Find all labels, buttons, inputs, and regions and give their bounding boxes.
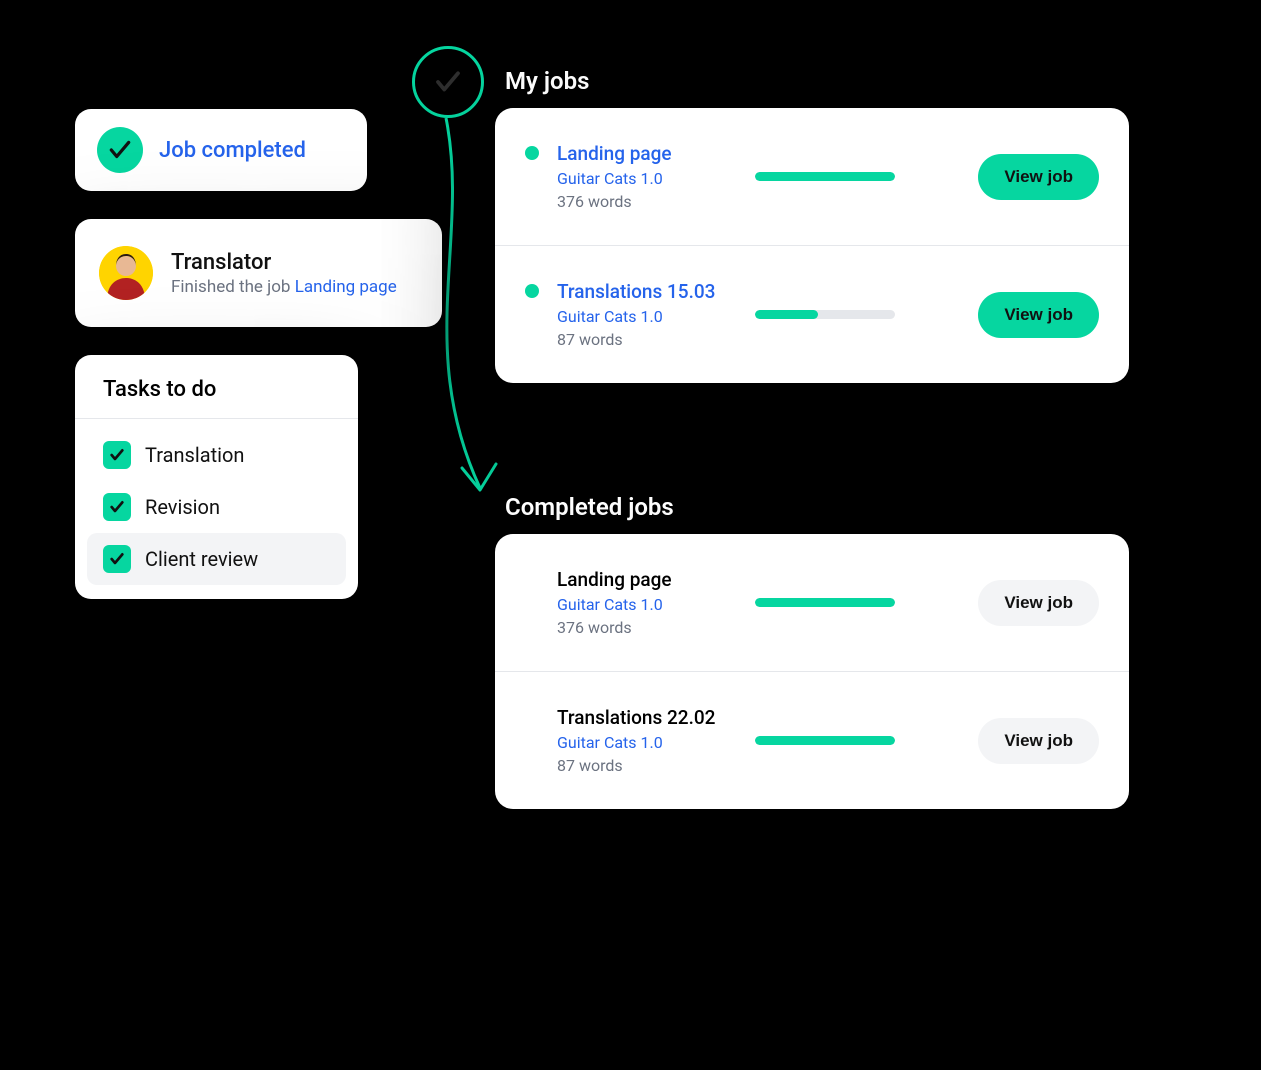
- job-title[interactable]: Landing page: [557, 142, 737, 165]
- task-label: Revision: [145, 495, 220, 519]
- job-info: Translations 22.02 Guitar Cats 1.0 87 word…: [557, 706, 737, 775]
- view-job-button[interactable]: View job: [978, 154, 1099, 200]
- card-tasks: Tasks to do Translation Revision Client re…: [75, 355, 358, 599]
- view-job-button[interactable]: View job: [978, 718, 1099, 764]
- task-label: Translation: [145, 443, 244, 467]
- job-project-link[interactable]: Guitar Cats 1.0: [557, 307, 737, 326]
- job-info: Landing page Guitar Cats 1.0 376 words: [557, 568, 737, 637]
- job-word-count: 376 words: [557, 618, 737, 637]
- status-dot-icon: [525, 284, 539, 298]
- job-title: Landing page: [557, 568, 737, 591]
- job-row: Translations 22.02 Guitar Cats 1.0 87 word…: [495, 672, 1129, 809]
- job-word-count: 87 words: [557, 330, 737, 349]
- panel-my-jobs: Landing page Guitar Cats 1.0 376 words View…: [495, 108, 1129, 383]
- task-item[interactable]: Translation: [87, 429, 346, 481]
- job-project-link[interactable]: Guitar Cats 1.0: [557, 595, 737, 614]
- translator-job-link[interactable]: Landing page: [295, 277, 397, 297]
- view-job-button[interactable]: View job: [978, 292, 1099, 338]
- status-dot-icon: [525, 146, 539, 160]
- progress-bar: [755, 598, 895, 607]
- job-title: Translations 22.02: [557, 706, 737, 729]
- job-project-link[interactable]: Guitar Cats 1.0: [557, 169, 737, 188]
- translator-subtitle: Finished the job Landing page: [171, 277, 397, 297]
- job-info: Landing page Guitar Cats 1.0 376 words: [557, 142, 737, 211]
- job-completed-label: Job completed: [159, 138, 306, 163]
- tasks-heading: Tasks to do: [75, 355, 358, 419]
- job-word-count: 87 words: [557, 756, 737, 775]
- job-row: Landing page Guitar Cats 1.0 376 words View…: [495, 108, 1129, 246]
- progress-bar: [755, 172, 895, 181]
- job-info: Translations 15.03 Guitar Cats 1.0 87 word…: [557, 280, 737, 349]
- task-label: Client review: [145, 547, 258, 571]
- job-title[interactable]: Translations 15.03: [557, 280, 737, 303]
- job-row: Landing page Guitar Cats 1.0 376 words View…: [495, 534, 1129, 672]
- task-item[interactable]: Revision: [87, 481, 346, 533]
- card-job-completed: Job completed: [75, 109, 367, 191]
- view-job-button[interactable]: View job: [978, 580, 1099, 626]
- checkbox-icon[interactable]: [103, 441, 131, 469]
- card-translator: Translator Finished the job Landing page: [75, 219, 442, 327]
- panel-completed: Landing page Guitar Cats 1.0 376 words View…: [495, 534, 1129, 809]
- section-heading-completed: Completed jobs: [505, 493, 674, 521]
- task-item[interactable]: Client review: [87, 533, 346, 585]
- translator-title: Translator: [171, 250, 397, 275]
- job-row: Translations 15.03 Guitar Cats 1.0 87 word…: [495, 246, 1129, 383]
- checkbox-icon[interactable]: [103, 545, 131, 573]
- check-icon: [97, 127, 143, 173]
- progress-bar: [755, 310, 895, 319]
- job-project-link[interactable]: Guitar Cats 1.0: [557, 733, 737, 752]
- checkbox-icon[interactable]: [103, 493, 131, 521]
- check-circle-icon: [412, 46, 484, 118]
- section-heading-my-jobs: My jobs: [505, 67, 589, 95]
- avatar: [99, 246, 153, 300]
- progress-bar: [755, 736, 895, 745]
- job-word-count: 376 words: [557, 192, 737, 211]
